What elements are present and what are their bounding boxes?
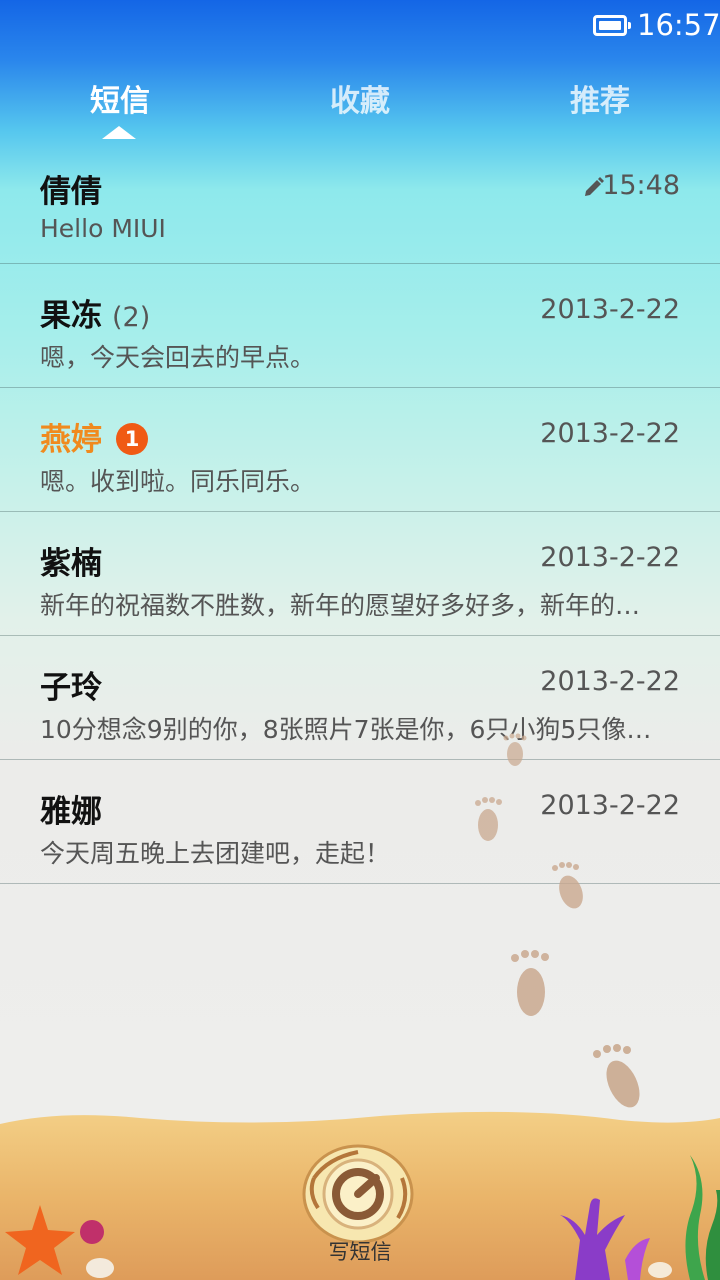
conversation-row[interactable]: 雅娜 2013-2-22 今天周五晚上去团建吧，走起！ xyxy=(0,760,720,884)
contact-name: 子玲 xyxy=(40,670,102,706)
message-preview: 新年的祝福数不胜数，新年的愿望好多好多，新年的… xyxy=(40,591,641,620)
conversation-row[interactable]: 果冻 (2) 2013-2-22 嗯，今天会回去的早点。 xyxy=(0,264,720,388)
status-bar: 16:57 xyxy=(0,0,720,56)
tab-sms[interactable]: 短信 xyxy=(40,76,200,120)
message-preview: 嗯。收到啦。同乐同乐。 xyxy=(40,467,316,496)
message-date: 2013-2-22 xyxy=(540,542,680,573)
message-date: 2013-2-22 xyxy=(540,294,680,325)
conversation-row[interactable]: 子玲 2013-2-22 10分想念9别的你，8张照片7张是你，6只小狗5只像… xyxy=(0,636,720,760)
contact-name-wrap: 燕婷 1 xyxy=(40,414,148,459)
message-preview: Hello MIUI xyxy=(40,214,166,243)
message-preview: 10分想念9别的你，8张照片7张是你，6只小狗5只像… xyxy=(40,715,652,744)
message-date: 2013-2-22 xyxy=(540,790,680,821)
battery-icon xyxy=(593,15,631,36)
compose-label[interactable]: 写短信 xyxy=(300,1236,420,1266)
contact-name-wrap: 果冻 (2) xyxy=(40,290,150,335)
conversation-row[interactable]: 倩倩 15:48 Hello MIUI xyxy=(0,140,720,264)
message-preview: 嗯，今天会回去的早点。 xyxy=(40,343,316,372)
footprint-icon xyxy=(511,950,549,1016)
tab-favorites[interactable]: 收藏 xyxy=(280,76,440,120)
status-time: 16:57 xyxy=(637,8,720,42)
contact-name: 果冻 xyxy=(40,298,102,334)
footprint-icon xyxy=(593,1044,640,1108)
conversation-row[interactable]: 燕婷 1 2013-2-22 嗯。收到啦。同乐同乐。 xyxy=(0,388,720,512)
footprint-icon xyxy=(552,862,583,909)
active-tab-indicator xyxy=(102,126,136,139)
conversation-list: 倩倩 15:48 Hello MIUI 果冻 (2) 2013-2-22 嗯，今天… xyxy=(0,140,720,884)
unread-badge: 1 xyxy=(116,423,148,455)
contact-name: 倩倩 xyxy=(40,174,102,210)
message-date: 2013-2-22 xyxy=(540,666,680,697)
footprint-icon xyxy=(503,733,527,766)
contact-name: 燕婷 xyxy=(40,422,102,458)
tab-recommended[interactable]: 推荐 xyxy=(520,76,680,120)
conversation-row[interactable]: 紫楠 2013-2-22 新年的祝福数不胜数，新年的愿望好多好多，新年的… xyxy=(0,512,720,636)
contact-name: 紫楠 xyxy=(40,546,102,582)
footprint-icon xyxy=(475,797,502,841)
message-date: 2013-2-22 xyxy=(540,418,680,449)
contact-name: 雅娜 xyxy=(40,794,102,830)
tab-bar: 短信 收藏 推荐 xyxy=(0,70,720,140)
message-time: 15:48 xyxy=(602,170,680,201)
message-count: (2) xyxy=(112,302,151,333)
